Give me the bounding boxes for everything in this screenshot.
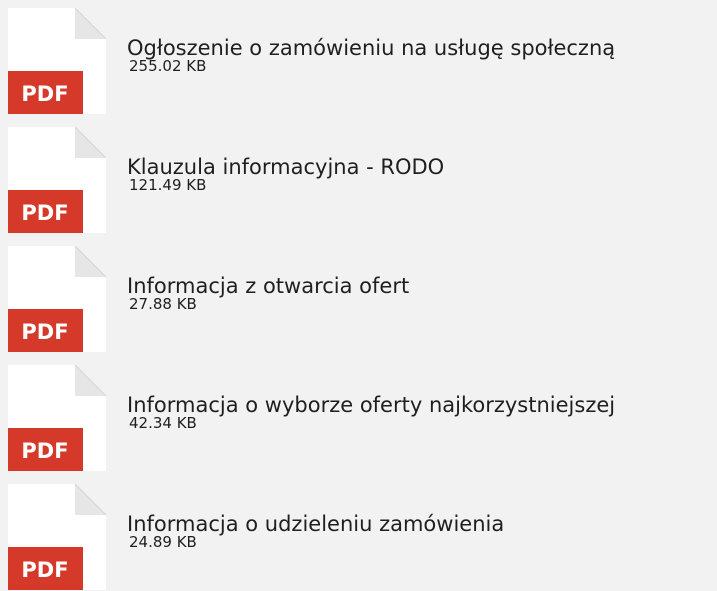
attachment-size: 121.49 KB — [129, 176, 207, 194]
pdf-file-icon: PDF — [8, 246, 106, 352]
attachment-size: 27.88 KB — [129, 295, 197, 313]
attachment-size: 255.02 KB — [129, 57, 207, 75]
pdf-badge-label: PDF — [21, 82, 68, 106]
pdf-file-icon: PDF — [8, 127, 106, 233]
attachment-item[interactable]: PDF Klauzula informacyjna - RODO 121.49 … — [0, 127, 717, 233]
attachment-size: 24.89 KB — [129, 533, 197, 551]
pdf-file-icon: PDF — [8, 365, 106, 471]
pdf-file-icon: PDF — [8, 8, 106, 114]
attachment-size: 42.34 KB — [129, 414, 197, 432]
attachment-item[interactable]: PDF Informacja o wyborze oferty najkorzy… — [0, 365, 717, 471]
attachment-item[interactable]: PDF Informacja o udzieleniu zamówienia 2… — [0, 484, 717, 590]
pdf-badge-label: PDF — [21, 320, 68, 344]
attachment-item[interactable]: PDF Ogłoszenie o zamówieniu na usługę sp… — [0, 8, 717, 114]
attachment-name[interactable]: Informacja o wyborze oferty najkorzystni… — [127, 392, 615, 418]
pdf-file-icon: PDF — [8, 484, 106, 590]
pdf-badge-label: PDF — [21, 201, 68, 225]
pdf-badge-label: PDF — [21, 439, 68, 463]
attachment-list: PDF Ogłoszenie o zamówieniu na usługę sp… — [0, 0, 717, 591]
attachment-item[interactable]: PDF Informacja z otwarcia ofert 27.88 KB — [0, 246, 717, 352]
pdf-badge-label: PDF — [21, 558, 68, 582]
